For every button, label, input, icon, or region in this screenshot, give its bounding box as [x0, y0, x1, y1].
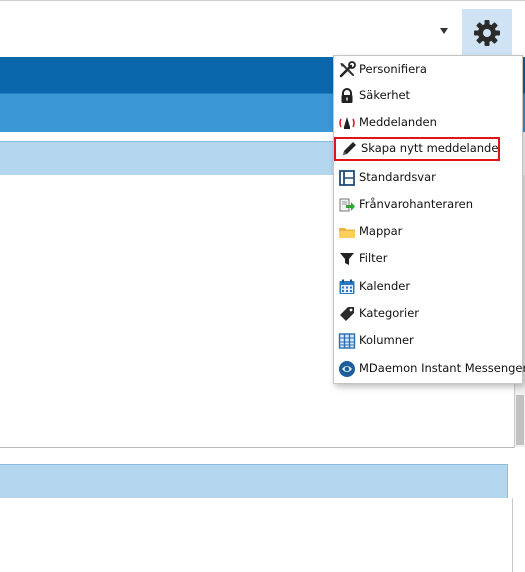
menu-item-label: Personifiera [359, 62, 427, 77]
menu-item-mdaemon-instant-messenger[interactable]: MDaemon Instant Messenger [338, 357, 525, 381]
lock-icon [338, 87, 356, 105]
menu-item-label: MDaemon Instant Messenger [359, 361, 525, 376]
settings-button[interactable] [462, 9, 512, 56]
menu-item-kategorier[interactable]: Kategorier [338, 302, 518, 326]
messenger-icon [338, 360, 356, 378]
filter-icon [338, 250, 356, 268]
scroll-thumb[interactable] [516, 395, 524, 445]
menu-item-label: Meddelanden [359, 115, 437, 130]
menu-item-sakerhet[interactable]: Säkerhet [338, 84, 518, 108]
menu-item-label: Säkerhet [359, 88, 411, 103]
template-icon [338, 169, 356, 187]
menu-item-label: Mappar [359, 224, 403, 239]
top-toolbar [0, 0, 525, 58]
menu-item-meddelanden[interactable]: Meddelanden [338, 111, 518, 135]
menu-item-kalender[interactable]: Kalender [338, 275, 518, 299]
menu-item-label: Filter [359, 251, 388, 266]
columns-icon [338, 332, 356, 350]
menu-item-label: Skapa nytt meddelande [361, 141, 499, 156]
menu-item-label: Standardsvar [359, 170, 436, 185]
menu-item-kolumner[interactable]: Kolumner [338, 329, 518, 353]
menu-item-label: Frånvarohanteraren [359, 197, 474, 212]
menu-item-skapa-nytt-meddelande[interactable]: Skapa nytt meddelande [334, 137, 500, 161]
calendar-icon [338, 278, 356, 296]
pencil-icon [340, 140, 358, 158]
tools-icon [338, 61, 356, 79]
preview-panel [0, 498, 513, 572]
menu-item-label: Kalender [359, 279, 411, 294]
preview-header [0, 464, 508, 499]
dropdown-arrow-icon[interactable] [440, 28, 448, 34]
gear-icon [474, 19, 500, 46]
menu-item-filter[interactable]: Filter [338, 247, 518, 271]
menu-item-label: Kolumner [359, 333, 414, 348]
folder-icon [338, 223, 356, 241]
menu-item-label: Kategorier [359, 306, 420, 321]
out-of-office-icon [338, 196, 356, 214]
settings-menu: Personifiera Säkerhet Meddelanden Skapa … [333, 55, 525, 384]
menu-item-personifiera[interactable]: Personifiera [338, 58, 518, 82]
menu-item-standardsvar[interactable]: Standardsvar [338, 166, 518, 190]
menu-item-franvarohanteraren[interactable]: Frånvarohanteraren [338, 193, 518, 217]
tag-icon [338, 305, 356, 323]
announcement-icon [338, 114, 356, 132]
menu-item-mappar[interactable]: Mappar [338, 220, 518, 244]
